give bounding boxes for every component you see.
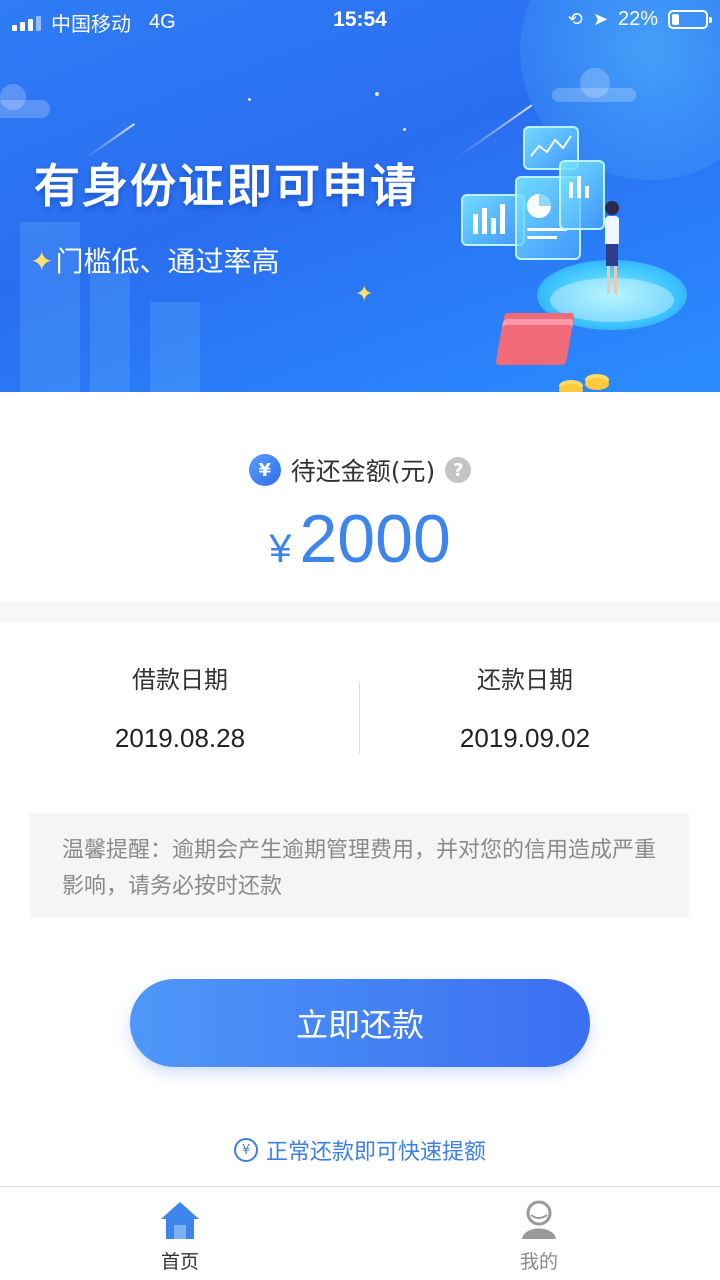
star-decoration [248,98,251,101]
cloud-decoration [0,84,50,118]
rotation-lock-icon: ⟲ [567,9,583,29]
loan-dates: 借款日期 2019.08.28 还款日期 2019.09.02 [0,660,720,760]
sparkle-icon: ✦ [355,282,374,307]
repayment-amount-label: 待还金额(元) [290,457,436,486]
repayment-amount-header: ¥ 待还金额(元) ? [0,452,720,488]
tab-home[interactable]: 首页 [120,1199,240,1274]
banner-title: 有身份证即可申请 [34,159,418,213]
user-icon [518,1199,560,1241]
building-decoration [150,302,200,392]
loan-date-label: 借款日期 [132,666,228,694]
reminder-notice: 温馨提醒：逾期会产生逾期管理费用，并对您的信用造成严重影响，请务必按时还款 [30,813,689,917]
yen-circle-icon: ¥ [233,1138,258,1162]
banner-subtitle-text: 门槛低、通过率高 [55,245,280,278]
coin-illustration [585,378,609,390]
building-decoration [90,272,130,392]
repayment-amount: ¥2000 [0,500,720,578]
promo-banner[interactable]: 有身份证即可申请 ✦门槛低、通过率高 ✦ 中国移动 4G 15:54 ⟲ ➤ 2… [0,0,720,392]
help-icon[interactable]: ? [445,457,472,483]
loan-date-block: 借款日期 2019.08.28 [15,660,345,754]
status-bar: 中国移动 4G 15:54 ⟲ ➤ 22% [0,0,720,40]
battery-percent: 22% [617,8,658,30]
cloud-decoration [552,68,636,102]
star-decoration [375,92,379,96]
repay-date-block: 还款日期 2019.09.02 [360,660,690,754]
currency-symbol: ¥ [269,527,292,571]
coin-illustration [559,384,583,392]
repay-date-label: 还款日期 [477,666,573,694]
cash-illustration [495,325,573,365]
banner-subtitle: ✦门槛低、通过率高 [30,240,279,280]
home-icon [159,1199,201,1241]
status-right: ⟲ ➤ 22% [567,8,712,31]
credit-tip-text: 正常还款即可快速提额 [265,1140,486,1165]
yen-icon: ¥ [248,454,281,486]
battery-fill [672,14,679,25]
location-icon: ➤ [592,9,608,29]
person-illustration [601,200,623,300]
tab-home-label: 首页 [160,1251,199,1273]
amount-value: 2000 [299,501,451,577]
tab-mine[interactable]: 我的 [479,1199,599,1274]
battery-icon [668,10,712,29]
repay-date-value: 2019.09.02 [459,723,591,753]
credit-tip[interactable]: ¥ 正常还款即可快速提额 [0,1134,720,1166]
tab-mine-label: 我的 [519,1251,558,1273]
sparkle-icon: ✦ [30,245,54,278]
repay-now-button[interactable]: 立即还款 [130,979,590,1067]
finance-illustration [455,110,715,392]
bottom-tab-bar: 首页 我的 [0,1186,720,1280]
bar-panel-illustration [559,160,605,230]
section-divider [0,602,720,622]
star-decoration [403,128,406,131]
loan-date-value: 2019.08.28 [114,723,246,753]
